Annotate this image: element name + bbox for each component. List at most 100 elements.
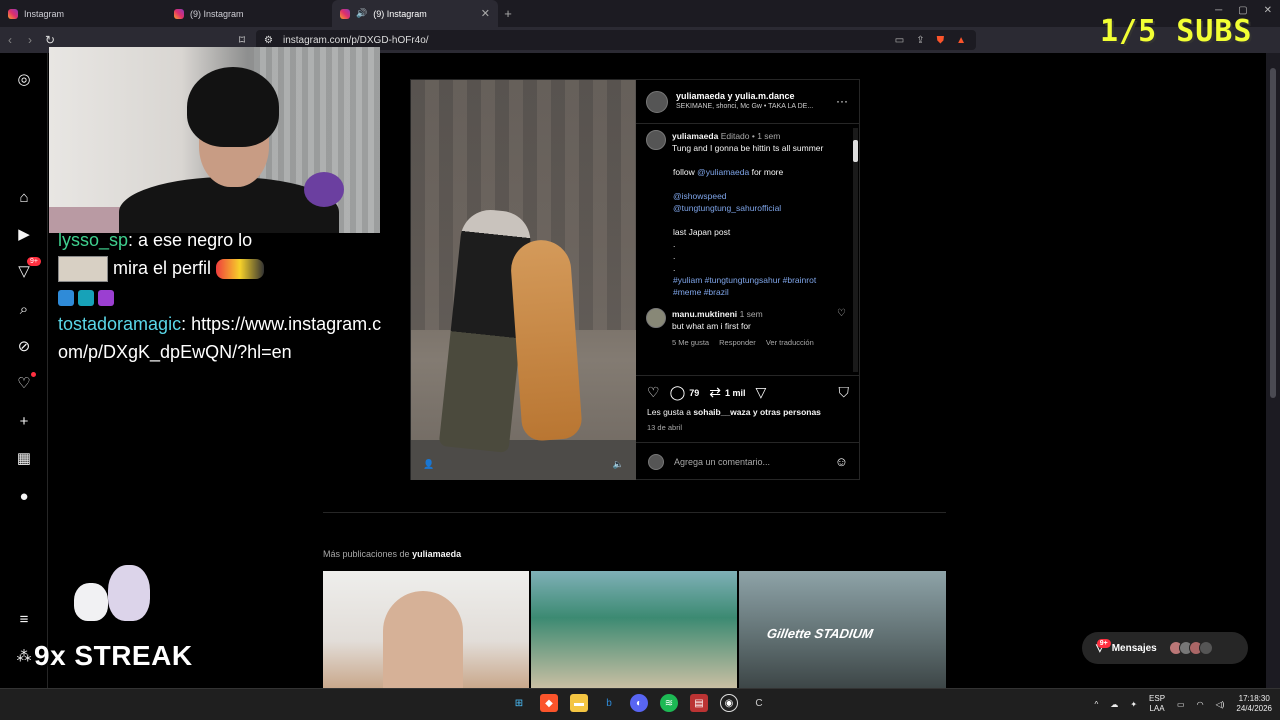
browser-tab[interactable]: (9) Instagram [166,0,332,27]
badge-icon [98,289,114,306]
comment-icon[interactable]: ◯ [670,384,686,401]
browser-tab-active[interactable]: 🔊 (9) Instagram ✕ [332,0,498,27]
post-thumbnail[interactable]: Gillette STADIUM [738,571,946,688]
avatar[interactable] [646,308,666,328]
emoji-icon[interactable]: ☺ [835,454,848,469]
home-icon[interactable]: ⌂ [14,187,34,207]
app-icon[interactable]: ▤ [690,694,708,712]
discord-icon[interactable]: ◐ [630,694,648,712]
caption-username[interactable]: yuliamaeda [672,131,718,141]
close-window-icon[interactable]: ✕ [1264,5,1272,16]
search-icon[interactable]: ⌕ [14,299,34,319]
post-video[interactable]: 👤 🔈 [411,80,636,480]
dashboard-icon[interactable]: ▦ [14,448,34,468]
chat-badges [58,282,388,310]
avatar[interactable] [646,130,666,150]
volume-icon[interactable]: ◁) [1216,700,1225,709]
site-info-icon[interactable]: ⚙ [264,35,273,46]
tray-app-icon[interactable]: ✦ [1130,700,1137,709]
comment-input[interactable]: Agrega un comentario... [674,457,770,467]
brave-shield-icon[interactable]: ⛊ [937,35,945,46]
more-posts-grid: Gillette STADIUM [323,571,946,688]
caption-text: Tung and I gonna be hittin ts all summer [672,143,824,153]
comment-like-icon[interactable]: ♡ [837,308,846,349]
instagram-favicon-icon [340,8,350,19]
mute-icon[interactable]: 🔈 [613,459,624,470]
screenshot-icon[interactable]: ▭ [895,35,904,46]
brave-rewards-icon[interactable]: ▲ [956,35,966,46]
speaker-icon[interactable]: 🔊 [356,8,367,19]
brave-browser-icon[interactable]: ◆ [540,694,558,712]
avatar[interactable] [646,90,668,113]
language-indicator[interactable]: ESP LAA [1149,694,1165,714]
obs-icon[interactable]: ◉ [720,694,738,712]
chat-text: mira el perfil [113,258,212,278]
clock[interactable]: 17:18:30 24/4/2026 [1236,694,1272,714]
bing-icon[interactable]: b [600,694,618,712]
post-authors[interactable]: yuliamaeda y yulia.m.dance [676,91,826,102]
onedrive-icon[interactable]: ☁ [1110,700,1118,709]
bookmark-icon[interactable]: ⌑ [232,33,252,47]
messages-icon: ▽ 9+ [1096,638,1111,654]
reposts-count: 1 mil [724,387,746,398]
caption-meta: Editado • 1 sem [720,131,781,141]
wifi-icon[interactable]: ◠ [1197,700,1204,709]
save-icon[interactable]: ⛉ [839,384,850,401]
new-tab-button[interactable]: + [498,6,518,21]
chat-username: lysso_sp [58,230,129,250]
repost-icon[interactable]: ⇄ [709,384,721,401]
reels-icon[interactable]: ▶ [14,224,34,244]
like-icon[interactable]: ♡ [647,384,660,401]
profile-avatar-icon[interactable]: ● [14,486,34,506]
display-icon[interactable]: ▭ [1177,700,1185,709]
share-icon[interactable]: ▽ [756,384,767,401]
hashtags[interactable]: #yuliam #tungtungtungsahur #brainrot #me… [673,274,846,298]
thumbnail-person [383,591,463,688]
messages-button[interactable]: ▽ 9+ Mensajes [1082,632,1248,664]
comment-username[interactable]: manu.muktineni [672,309,737,319]
more-posts-heading: Más publicaciones de yuliamaeda [323,549,462,559]
more-options-icon[interactable]: ··· [836,94,848,108]
more-posts-user[interactable]: yuliamaeda [412,549,461,559]
messages-icon[interactable]: ▽ 9+ [14,257,41,281]
comment-text: but what am i first for [672,321,751,331]
scrollbar-thumb[interactable] [853,140,858,162]
menu-icon[interactable]: ≡ [14,609,34,629]
windows-start-icon[interactable]: ⊞ [510,694,528,712]
tab-label: Instagram [24,8,65,19]
browser-tab-bar: Instagram (9) Instagram 🔊 (9) Instagram ✕ … [0,0,1280,27]
add-comment-bar: Agrega un comentario... ☺ [636,442,860,480]
more-apps-icon[interactable]: ⁂ [14,646,34,666]
reload-icon[interactable]: ↻ [40,33,60,47]
spotify-icon[interactable]: ≋ [660,694,678,712]
scrollbar-thumb[interactable] [1270,68,1276,398]
comment-likes[interactable]: 5 Me gusta [672,337,709,349]
mention-link[interactable]: @yuliamaeda [697,167,749,177]
divider [323,512,946,513]
tray-chevron-icon[interactable]: ^ [1095,700,1099,709]
file-explorer-icon[interactable]: ▬ [570,694,588,712]
browser-tab[interactable]: Instagram [0,0,166,27]
page-scrollbar[interactable] [1266,53,1280,688]
back-icon[interactable]: ‹ [0,33,20,47]
tagged-users-icon[interactable]: 👤 [423,459,434,470]
reply-button[interactable]: Responder [719,337,756,349]
heart-icon[interactable]: ♡ [14,372,36,393]
post-thumbnail[interactable] [323,571,530,688]
forward-icon[interactable]: › [20,33,40,47]
create-icon[interactable]: + [14,411,34,431]
mention-link[interactable]: @ishowspeed [673,190,846,202]
explore-icon[interactable]: ⊘ [14,336,34,356]
tab-close-icon[interactable]: ✕ [481,7,490,20]
likes-summary[interactable]: Les gusta a sohaib__waza y otras persona… [647,407,849,417]
share-icon[interactable]: ⇪ [916,35,924,46]
post-header: yuliamaeda y yulia.m.dance SEKIMANE, sho… [636,80,860,124]
instagram-logo-icon[interactable]: ◎ [14,69,34,89]
comments-scrollbar[interactable] [853,128,858,372]
post-thumbnail[interactable] [531,571,737,688]
post-audio[interactable]: SEKIMANE, shonci, Mc Gw • TAKA LA DE... [676,102,826,112]
app-icon[interactable]: C [750,694,768,712]
webcam-plush-toy [304,172,344,207]
translate-button[interactable]: Ver traducción [766,337,814,349]
mention-link[interactable]: @tungtungtung_sahurofficial [673,202,846,214]
